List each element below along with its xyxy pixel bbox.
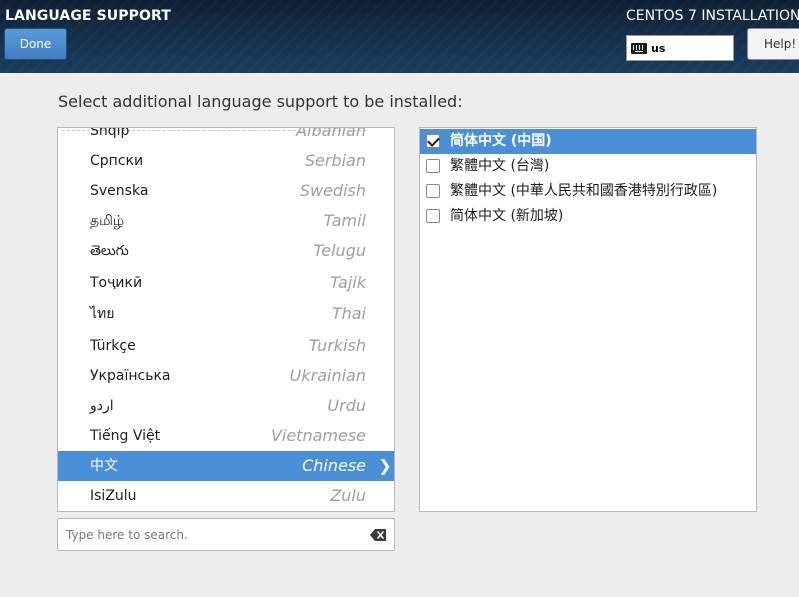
language-row[interactable]: Српски Serbian	[58, 146, 394, 176]
locale-checkbox[interactable]	[426, 159, 440, 173]
language-row[interactable]: Tiếng Việt Vietnamese	[58, 421, 394, 451]
header-bar: LANGUAGE SUPPORT Done CENTOS 7 INSTALLAT…	[0, 0, 799, 73]
backspace-clear-icon[interactable]	[370, 529, 386, 541]
locale-list[interactable]: 简体中文 (中国) 繁體中文 (台灣) 繁體中文 (中華人民共和國香港特別行政區…	[419, 127, 757, 512]
language-row[interactable]: IsiZulu Zulu	[58, 481, 394, 511]
language-row-selected[interactable]: 中文 Chinese ❯	[58, 451, 394, 481]
language-native-name: اردو	[90, 398, 114, 414]
spoke-title: LANGUAGE SUPPORT	[5, 8, 171, 24]
keyboard-icon	[631, 42, 647, 54]
language-native-name: Svenska	[90, 183, 149, 199]
language-row[interactable]: తెలుగు Telugu	[58, 236, 394, 266]
language-row[interactable]: தமிழ் Tamil	[58, 206, 394, 236]
language-row[interactable]: Shqip Albanian	[58, 127, 394, 146]
locale-checkbox[interactable]	[426, 209, 440, 223]
language-list[interactable]: Shqip Albanian Српски Serbian Svenska Sw…	[57, 127, 395, 512]
language-english-name: Vietnamese	[270, 426, 366, 445]
language-search-box	[57, 518, 395, 551]
language-native-name: Türkçe	[90, 338, 136, 354]
language-native-name: IsiZulu	[90, 488, 137, 504]
language-english-name: Tamil	[323, 211, 366, 230]
language-english-name: Tajik	[329, 273, 366, 292]
product-title: CENTOS 7 INSTALLATION	[626, 8, 799, 24]
language-native-name: 中文	[90, 458, 118, 474]
page-prompt: Select additional language support to be…	[58, 92, 463, 111]
done-button[interactable]: Done	[4, 28, 67, 60]
language-row[interactable]: Українська Ukrainian	[58, 361, 394, 391]
language-native-name: Tiếng Việt	[90, 428, 161, 444]
language-native-name: ไทย	[90, 306, 115, 322]
locale-checkbox[interactable]	[426, 184, 440, 198]
language-english-name: Swedish	[299, 181, 366, 200]
language-english-name: Chinese	[302, 456, 366, 475]
language-native-name: Shqip	[90, 127, 130, 139]
language-english-name: Turkish	[308, 336, 366, 355]
language-english-name: Serbian	[304, 151, 366, 170]
keyboard-layout-label: us	[651, 41, 666, 55]
language-row[interactable]: Тоҷикӣ Tajik	[58, 268, 394, 298]
help-button[interactable]: Help!	[747, 28, 799, 60]
locale-checkbox[interactable]	[426, 134, 440, 148]
language-english-name: Urdu	[327, 396, 366, 415]
language-row[interactable]: اردو Urdu	[58, 391, 394, 421]
language-native-name: Тоҷикӣ	[90, 275, 143, 291]
locale-row-selected[interactable]: 简体中文 (中国)	[420, 129, 756, 154]
language-row[interactable]: ไทย Thai	[58, 299, 394, 329]
locale-row[interactable]: 繁體中文 (台灣)	[420, 154, 756, 179]
locale-row[interactable]: 繁體中文 (中華人民共和國香港特別行政區)	[420, 179, 756, 204]
language-row[interactable]: Svenska Swedish	[58, 176, 394, 206]
search-input[interactable]	[59, 520, 359, 549]
language-english-name: Thai	[331, 304, 366, 323]
language-native-name: తెలుగు	[90, 243, 129, 259]
chevron-right-icon: ❯	[378, 456, 392, 475]
locale-label: 繁體中文 (台灣)	[450, 158, 550, 174]
language-english-name: Albanian	[296, 127, 366, 140]
language-english-name: Ukrainian	[289, 366, 366, 385]
keyboard-layout-indicator[interactable]: us	[626, 35, 734, 61]
locale-row[interactable]: 简体中文 (新加坡)	[420, 204, 756, 229]
locale-label: 简体中文 (新加坡)	[450, 208, 564, 224]
language-native-name: Српски	[90, 153, 144, 169]
language-native-name: Українська	[90, 368, 171, 384]
language-english-name: Zulu	[330, 486, 366, 505]
locale-label: 繁體中文 (中華人民共和國香港特別行政區)	[450, 183, 718, 199]
language-native-name: தமிழ்	[90, 213, 125, 229]
language-row[interactable]: Türkçe Turkish	[58, 331, 394, 361]
locale-label: 简体中文 (中国)	[450, 133, 552, 149]
language-english-name: Telugu	[313, 241, 366, 260]
